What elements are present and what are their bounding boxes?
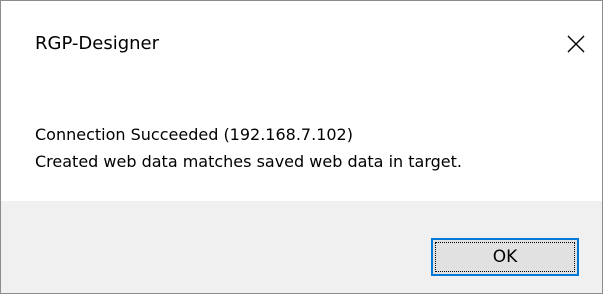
ok-button-label: OK: [492, 247, 518, 267]
close-button[interactable]: [555, 23, 597, 65]
button-bar: OK: [1, 201, 602, 293]
dialog-title: RGP-Designer: [35, 33, 160, 54]
message-line-connection: Connection Succeeded (192.168.7.102): [35, 125, 353, 144]
message-dialog: RGP-Designer Connection Succeeded (192.1…: [0, 0, 603, 294]
message-line-match: Created web data matches saved web data …: [35, 152, 462, 171]
message-body: Connection Succeeded (192.168.7.102) Cre…: [35, 121, 462, 175]
ok-button[interactable]: OK: [431, 238, 579, 276]
close-icon: [567, 35, 585, 53]
title-bar: RGP-Designer: [1, 1, 602, 83]
